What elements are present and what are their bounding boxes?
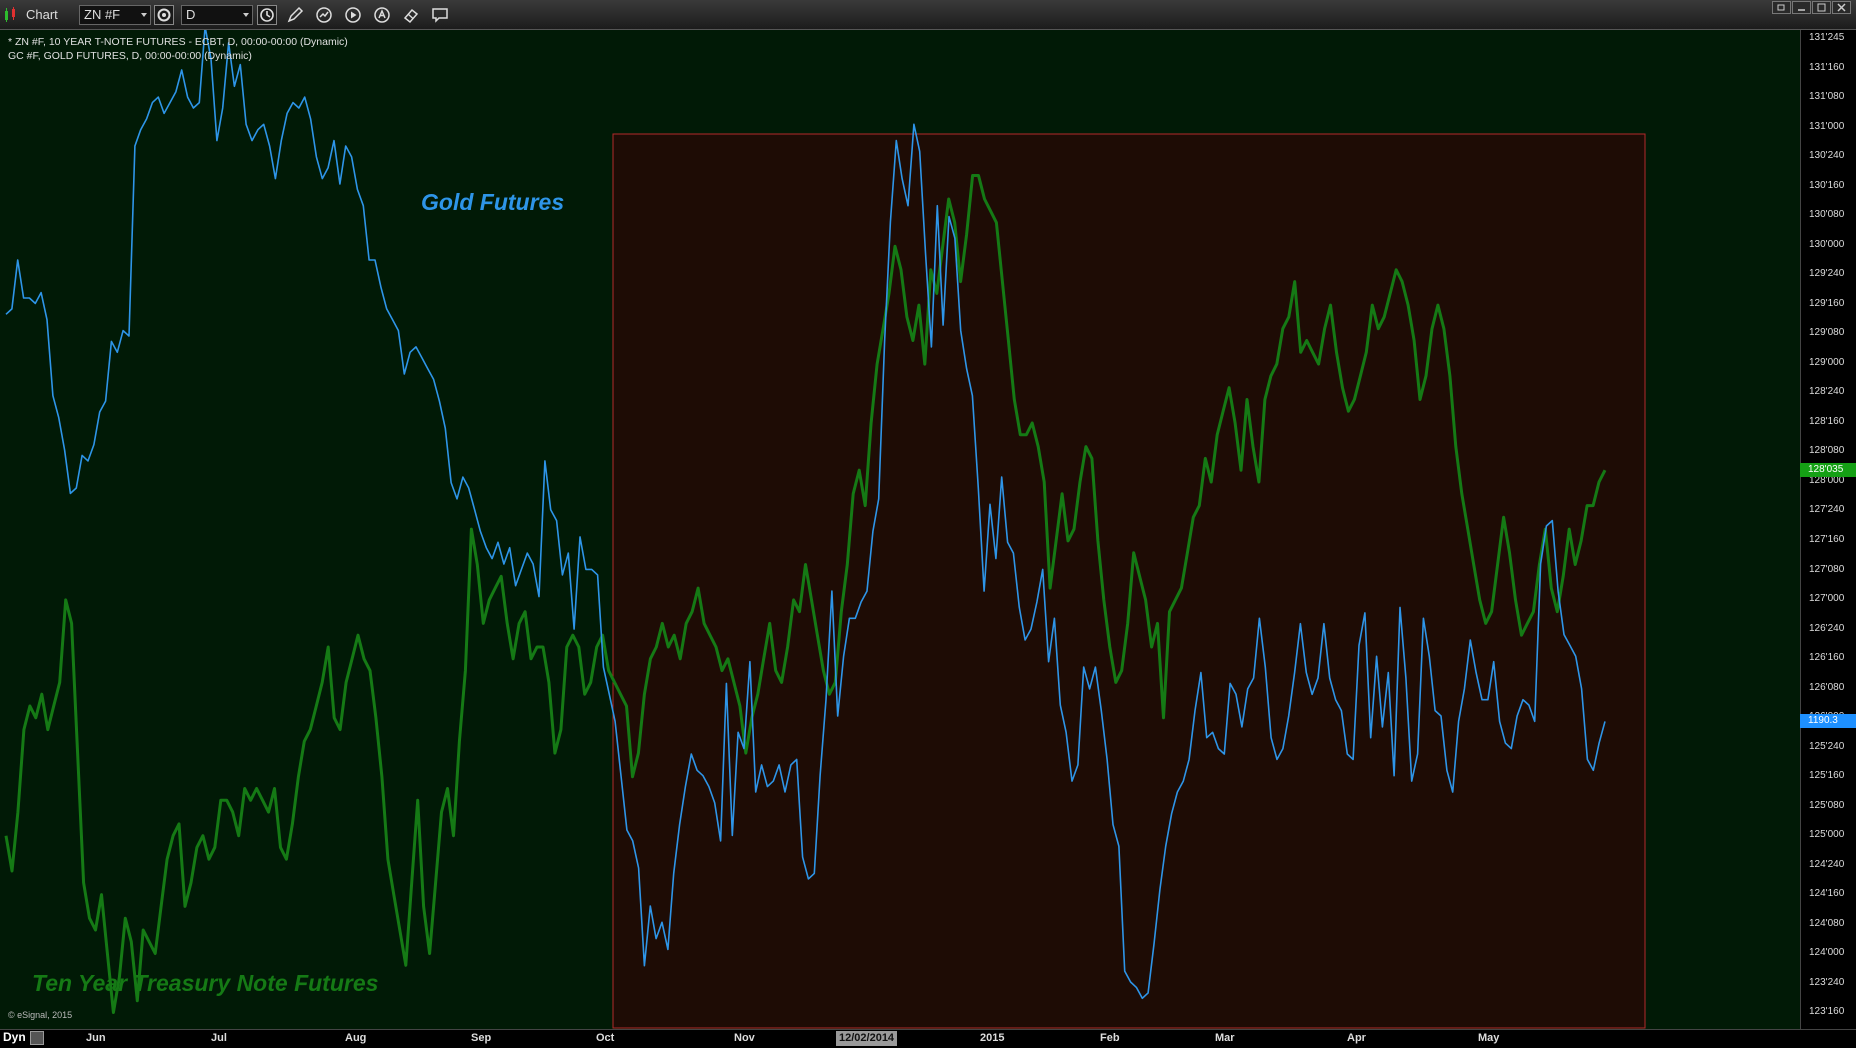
price-axis-label: 127'000 <box>1809 593 1845 605</box>
time-axis-label: Feb <box>1100 1032 1120 1044</box>
restore-icon[interactable] <box>1772 1 1791 14</box>
price-axis-label: 130'080 <box>1809 209 1845 221</box>
chart-app-icon <box>4 7 18 22</box>
gold-series-label: Gold Futures <box>421 189 565 215</box>
price-axis-label: 131'160 <box>1809 61 1845 73</box>
pencil-icon[interactable] <box>285 5 305 25</box>
time-axis-label: Jul <box>211 1032 227 1044</box>
price-axis-label: 129'080 <box>1809 327 1845 339</box>
interval-input[interactable]: D <box>181 5 253 25</box>
close-icon[interactable] <box>1832 1 1851 14</box>
time-axis[interactable]: Jun Jul Aug Sep Oct Nov 12/02/2014 2015 Feb Mar Ap… <box>0 1029 1856 1048</box>
price-axis-label: 129'000 <box>1809 356 1845 368</box>
eraser-icon[interactable] <box>401 5 421 25</box>
time-axis-cursor-label: 12/02/2014 <box>836 1031 898 1046</box>
price-axis-label: 130'240 <box>1809 150 1845 162</box>
time-axis-label: May <box>1478 1032 1500 1044</box>
tnote-series-label: Ten Year Treasury Note Futures <box>32 970 379 996</box>
price-axis-label: 125'160 <box>1809 770 1845 782</box>
price-axis-label: 124'160 <box>1809 888 1845 900</box>
clock-icon[interactable] <box>257 5 277 25</box>
price-axis-label: 129'160 <box>1809 297 1845 309</box>
chevron-down-icon[interactable] <box>141 13 147 17</box>
price-axis-label: 128'080 <box>1809 445 1845 457</box>
price-axis-label: 125'000 <box>1809 829 1845 841</box>
price-axis-label: 128'160 <box>1809 415 1845 427</box>
time-axis-label: Apr <box>1347 1032 1366 1044</box>
time-axis-label: Aug <box>345 1032 367 1044</box>
chart-info-tnote: * ZN #F, 10 YEAR T-NOTE FUTURES - ECBT, … <box>8 36 348 48</box>
price-axis-label: 126'160 <box>1809 652 1845 664</box>
price-axis-label: 129'240 <box>1809 268 1845 280</box>
price-axis-label: 126'240 <box>1809 622 1845 634</box>
price-axis-label: 130'000 <box>1809 238 1845 250</box>
dynamic-label: Dyn <box>3 1030 26 1044</box>
comment-icon[interactable] <box>430 5 450 25</box>
time-axis-label: Oct <box>596 1032 615 1044</box>
chart-style-icon[interactable] <box>314 5 334 25</box>
price-chart[interactable] <box>0 30 1856 1048</box>
dynamic-toggle-icon[interactable] <box>30 1031 44 1045</box>
interval-value: D <box>186 7 196 22</box>
tnote-current-price-badge: 128'035 <box>1800 463 1856 478</box>
price-axis-label: 131'000 <box>1809 120 1845 132</box>
alert-icon[interactable] <box>372 5 392 25</box>
price-axis-label: 130'160 <box>1809 179 1845 191</box>
price-axis-label: 131'245 <box>1809 32 1845 43</box>
symbol-value: ZN #F <box>84 7 121 22</box>
play-icon[interactable] <box>343 5 363 25</box>
maximize-icon[interactable] <box>1812 1 1831 14</box>
time-axis-label: Sep <box>471 1032 492 1044</box>
price-axis-label: 131'080 <box>1809 91 1845 103</box>
price-axis-label: 125'240 <box>1809 740 1845 752</box>
chart-info-gold: GC #F, GOLD FUTURES, D, 00:00-00:00 (Dyn… <box>8 50 252 62</box>
time-axis-label: Mar <box>1215 1032 1235 1044</box>
price-axis-label: 125'080 <box>1809 799 1845 811</box>
copyright: © eSignal, 2015 <box>8 1010 73 1020</box>
price-axis-label: 124'080 <box>1809 917 1845 929</box>
chevron-down-icon[interactable] <box>243 13 249 17</box>
price-axis-label: 124'240 <box>1809 858 1845 870</box>
time-axis-label: 2015 <box>980 1032 1005 1044</box>
gold-current-price-badge: 1190.3 <box>1800 714 1856 729</box>
settings-icon[interactable] <box>154 5 174 25</box>
time-axis-label: Nov <box>734 1032 755 1044</box>
price-axis-label: 127'080 <box>1809 563 1845 575</box>
highlight-region <box>612 133 1646 1029</box>
price-axis-label: 127'160 <box>1809 534 1845 545</box>
symbol-input[interactable]: ZN #F <box>79 5 151 25</box>
price-axis[interactable]: 131'245 131'160 131'080 131'000 130'240 130'1… <box>1800 30 1856 1029</box>
price-axis-label: 126'080 <box>1809 681 1845 693</box>
time-axis-label: Jun <box>86 1032 106 1044</box>
price-axis-label: 124'000 <box>1809 947 1845 959</box>
window-title: Chart <box>26 7 58 22</box>
toolbar: Chart ZN #F D <box>0 0 1856 30</box>
price-axis-label: 128'240 <box>1809 386 1845 398</box>
price-axis-label: 123'240 <box>1809 976 1845 988</box>
price-axis-label: 123'160 <box>1809 1006 1845 1018</box>
minimize-icon[interactable] <box>1792 1 1811 14</box>
price-axis-label: 127'240 <box>1809 504 1845 516</box>
